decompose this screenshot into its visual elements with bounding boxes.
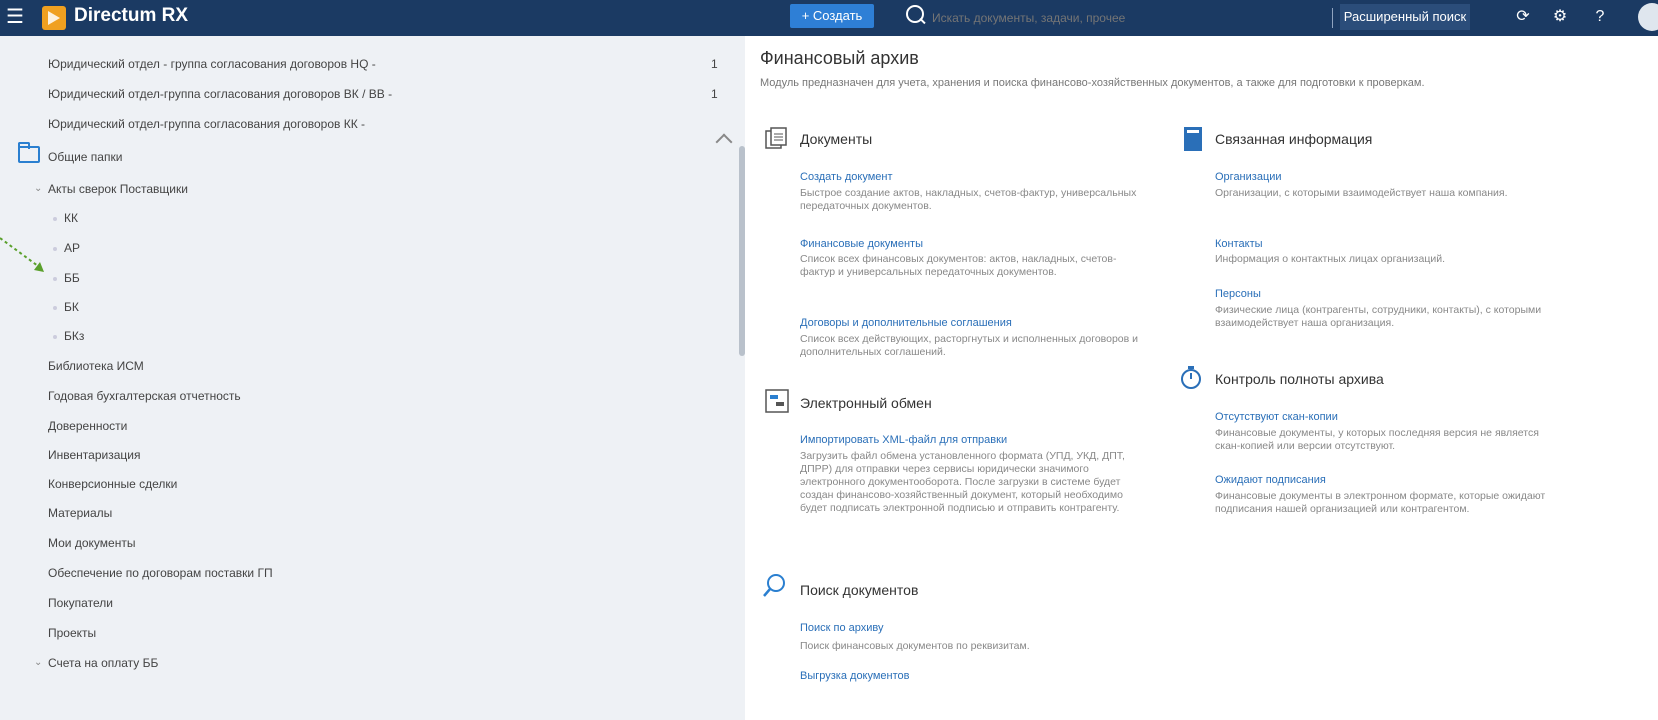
avatar[interactable] xyxy=(1638,3,1658,31)
navigation-tree xyxy=(0,36,745,720)
tree-item[interactable]: Проекты xyxy=(48,626,96,640)
contracts-link[interactable]: Договоры и дополнительные соглашения xyxy=(800,317,1012,329)
top-bar: ☰ Directum RX + Создать Расширенный поис… xyxy=(0,0,1658,36)
tree-subitem[interactable]: АР xyxy=(64,241,80,255)
refresh-icon[interactable]: ⟳ xyxy=(1513,7,1533,27)
page-description: Модуль предназначен для учета, хранения … xyxy=(760,77,1425,89)
link-description: Финансовые документы, у которых последня… xyxy=(1215,427,1539,452)
missing-scans-link[interactable]: Отсутствуют скан-копии xyxy=(1215,411,1338,423)
link-description: Быстрое создание актов, накладных, счето… xyxy=(800,187,1137,212)
tree-item[interactable]: Инвентаризация xyxy=(48,448,140,462)
shared-folders-label[interactable]: Общие папки xyxy=(48,150,122,164)
page-title: Финансовый архив xyxy=(760,48,919,68)
completeness-section-title: Контроль полноты архива xyxy=(1215,371,1384,387)
organizations-link[interactable]: Организации xyxy=(1215,171,1282,183)
tree-item[interactable]: Мои документы xyxy=(48,536,135,550)
link-description: Финансовые документы в электронном форма… xyxy=(1215,490,1546,515)
tree-item[interactable]: Годовая бухгалтерская отчетность xyxy=(48,389,241,403)
create-button[interactable]: + Создать xyxy=(790,4,874,28)
menu-icon[interactable]: ☰ xyxy=(6,4,24,29)
archive-search-link[interactable]: Поиск по архиву xyxy=(800,622,884,634)
awaiting-signature-link[interactable]: Ожидают подписания xyxy=(1215,474,1326,486)
exchange-section-title: Электронный обмен xyxy=(800,395,932,411)
financial-documents-link[interactable]: Финансовые документы xyxy=(800,238,923,250)
documents-section-title: Документы xyxy=(800,131,873,147)
link-description: Физические лица (контрагенты, сотрудники… xyxy=(1215,304,1542,329)
unread-count: 1 xyxy=(711,87,718,101)
advanced-search-button[interactable]: Расширенный поиск xyxy=(1340,4,1470,30)
bullet-icon xyxy=(53,217,57,221)
tree-item[interactable]: Юридический отдел - группа согласования … xyxy=(48,57,376,71)
settings-icon[interactable]: ⚙ xyxy=(1550,7,1570,27)
tree-item[interactable]: Покупатели xyxy=(48,596,113,610)
bullet-icon xyxy=(53,335,57,339)
related-section-title: Связанная информация xyxy=(1215,131,1373,147)
search-input[interactable] xyxy=(930,6,1254,30)
link-description: Загрузить файл обмена установленного фор… xyxy=(800,450,1125,514)
tree-item[interactable]: Библиотека ИСМ xyxy=(48,359,144,373)
persons-link[interactable]: Персоны xyxy=(1215,288,1261,300)
tree-subitem[interactable]: БК xyxy=(64,300,79,314)
stopwatch-icon xyxy=(1181,366,1201,389)
contacts-link[interactable]: Контакты xyxy=(1215,238,1263,250)
tree-item-invoices[interactable]: Счета на оплату ББ xyxy=(48,656,158,670)
tree-item[interactable]: Конверсионные сделки xyxy=(48,477,177,491)
annotation-arrow-icon xyxy=(0,237,44,272)
link-description: Список всех действующих, расторгнутых и … xyxy=(800,333,1139,358)
tree-item[interactable]: Юридический отдел-группа согласования до… xyxy=(48,87,392,101)
link-description: Организации, с которыми взаимодействует … xyxy=(1215,187,1508,199)
search-documents-icon xyxy=(763,574,785,597)
tree-item[interactable]: Доверенности xyxy=(48,419,127,433)
help-icon[interactable]: ? xyxy=(1590,7,1610,27)
bullet-icon xyxy=(53,277,57,281)
folder-icon xyxy=(18,142,40,163)
toolbar-divider xyxy=(1332,8,1333,28)
tree-subitem[interactable]: ББ xyxy=(64,271,80,285)
tree-item[interactable]: Материалы xyxy=(48,506,112,520)
tree-item[interactable]: Обеспечение по договорам поставки ГП xyxy=(48,566,273,580)
book-icon xyxy=(1184,127,1202,151)
bullet-icon xyxy=(53,306,57,310)
tree-subitem[interactable]: БКз xyxy=(64,329,84,343)
unread-count: 1 xyxy=(711,57,718,71)
link-description: Информация о контактных лицах организаци… xyxy=(1215,253,1445,265)
app-logo-icon[interactable] xyxy=(42,6,66,30)
tree-item[interactable]: Юридический отдел-группа согласования до… xyxy=(48,117,365,131)
import-xml-link[interactable]: Импортировать XML-файл для отправки xyxy=(800,434,1007,446)
documents-icon xyxy=(765,127,787,149)
bullet-icon xyxy=(53,247,57,251)
app-title[interactable]: Directum RX xyxy=(74,5,188,27)
search-icon[interactable] xyxy=(906,5,924,23)
link-description: Список всех финансовых документов: актов… xyxy=(800,253,1117,278)
link-description: Поиск финансовых документов по реквизита… xyxy=(800,640,1030,652)
caret-down-icon[interactable]: ⌄ xyxy=(34,657,42,668)
electronic-exchange-icon xyxy=(765,389,789,413)
create-document-link[interactable]: Создать документ xyxy=(800,171,893,183)
tree-subitem[interactable]: КК xyxy=(64,211,78,225)
caret-down-icon[interactable]: ⌄ xyxy=(34,183,42,194)
search-section-title: Поиск документов xyxy=(800,582,919,598)
export-documents-link[interactable]: Выгрузка документов xyxy=(800,670,910,682)
tree-item-reconciliation[interactable]: Акты сверок Поставщики xyxy=(48,182,188,196)
